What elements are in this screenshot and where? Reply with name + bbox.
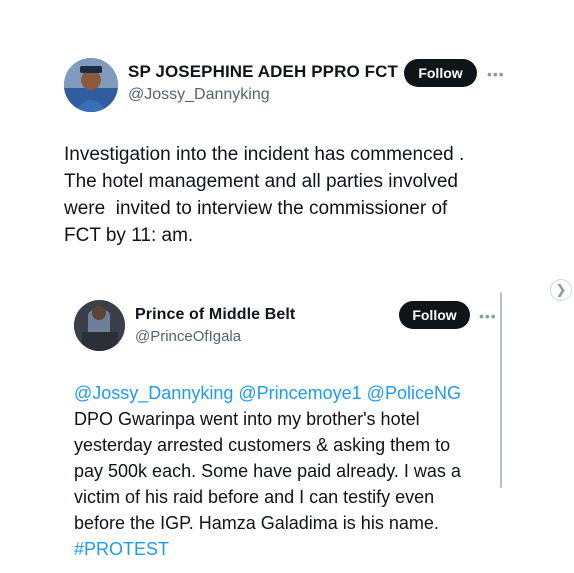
tweet-text-line: DPO Gwarinpa went into my brother's hote… — [74, 409, 420, 429]
author-handle[interactable]: @Jossy_Dannyking — [128, 86, 270, 104]
quoted-follow-button[interactable]: Follow — [399, 301, 470, 329]
tweet-text-line: The hotel management and all parties inv… — [64, 171, 458, 192]
chevron-right-icon: ❯ — [555, 282, 567, 297]
quoted-author-handle[interactable]: @PrinceOfIgala — [135, 328, 241, 345]
follow-button[interactable]: Follow — [404, 59, 477, 87]
author-name[interactable]: SP JOSEPHINE ADEH PPRO FCT — [128, 62, 398, 82]
tweet-text-line: pay 500k each. Some have paid already. I… — [74, 461, 461, 481]
tweet-text: Investigation into the incident has comm… — [64, 141, 534, 249]
tweet-text-line: FCT by 11: am. — [64, 225, 194, 246]
more-horizontal-icon[interactable]: ••• — [487, 67, 505, 81]
hashtag-link[interactable]: #PROTEST — [74, 536, 504, 562]
author-avatar[interactable] — [64, 58, 118, 112]
tweet-text-line: Investigation into the incident has comm… — [64, 144, 465, 165]
tweet-text-line: were invited to interview the commission… — [64, 198, 448, 219]
carousel-next-button[interactable]: ❯ — [550, 279, 572, 301]
more-horizontal-icon[interactable]: ••• — [479, 309, 497, 323]
tweet-text-line: victim of his raid before and I can test… — [74, 487, 435, 507]
quoted-tweet-text: @Jossy_Dannyking @Princemoye1 @PoliceNG … — [74, 380, 504, 562]
quoted-author-name[interactable]: Prince of Middle Belt — [135, 306, 295, 324]
tweet-text-line: yesterday arrested customers & asking th… — [74, 435, 451, 455]
quoted-author-avatar[interactable] — [74, 300, 125, 351]
mentions-link[interactable]: @Jossy_Dannyking @Princemoye1 @PoliceNG — [74, 380, 504, 406]
tweet-text-line: before the IGP. Hamza Galadima is his na… — [74, 513, 439, 533]
